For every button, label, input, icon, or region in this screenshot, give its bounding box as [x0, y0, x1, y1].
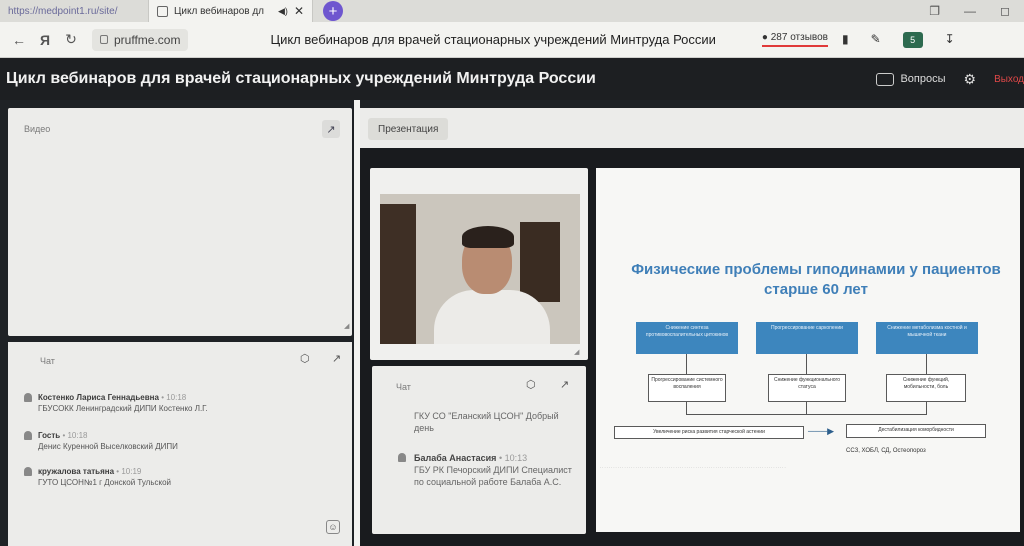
page-title: Цикл вебинаров для врачей стационарных у…	[270, 32, 716, 47]
cube-icon[interactable]: ⬡	[300, 352, 310, 365]
expand-icon[interactable]: ↗	[560, 378, 569, 391]
resize-handle-icon[interactable]: ◢	[344, 322, 349, 330]
message-author: Балаба Анастасия	[414, 453, 497, 463]
chat-label: Чат	[396, 382, 411, 392]
slide-box-functional: Снижение функционального статуса	[768, 374, 846, 402]
browser-tab-medpoint[interactable]: https://medpoint1.ru/site/	[0, 0, 148, 22]
message-text: ГУТО ЦСОН№1 г Донской Тульской	[38, 478, 172, 487]
chat-bubble-icon	[876, 72, 895, 86]
message-text: ГБУ РК Печорский ДИПИ Специалист по соци…	[414, 465, 572, 487]
reviews-badge[interactable]: ● 287 отзывов	[761, 32, 828, 47]
chat-message: кружалова татьяна • 10:19 ГУТО ЦСОН№1 г …	[24, 466, 338, 488]
message-time: 10:13	[504, 453, 528, 463]
user-icon	[24, 467, 32, 476]
slide-box-inflammation: Прогрессирование системного воспаления	[648, 374, 726, 402]
exit-button[interactable]: Выход	[994, 74, 1024, 85]
chat-message: Балаба Анастасия • 10:13 ГБУ РК Печорски…	[398, 452, 574, 488]
chat-message: Гость • 10:18 Денис Куренной Выселковски…	[24, 430, 338, 452]
questions-label: Вопросы	[900, 73, 946, 85]
presentation-tab[interactable]: Презентация	[368, 118, 449, 140]
resize-handle-icon[interactable]: ◢	[574, 348, 579, 356]
chat-panel-left: Чат ⬡ ↗ Костенко Лариса Геннадьевна • 10…	[8, 342, 352, 546]
emoji-icon[interactable]: ☺	[326, 520, 340, 534]
slide: Физические проблемы гиподинамии у пациен…	[596, 168, 1020, 532]
message-author: Костенко Лариса Геннадьевна	[38, 393, 159, 402]
tab-title: Цикл вебинаров дл	[174, 5, 265, 17]
address-bar: ← Я ↻ pruffme.com Цикл вебинаров для вра…	[0, 22, 1024, 58]
browser-tab-webinar[interactable]: Цикл вебинаров дл ◀) ✕	[148, 0, 313, 22]
slide-box-frailty: Увеличение риска развития старческой аст…	[614, 426, 804, 439]
video-panel: Видео ↗ ◢	[8, 108, 352, 336]
new-tab-button[interactable]: +	[323, 1, 343, 21]
user-icon	[24, 393, 32, 402]
slide-diseases: ССЗ, ХОБЛ, СД, Остеопороз	[846, 448, 926, 454]
gear-icon[interactable]: ⚙	[964, 71, 977, 88]
pen-icon[interactable]: ✎	[871, 32, 881, 48]
user-icon	[398, 453, 406, 462]
slide-box-comorbidity: Дестабилизация коморбидности	[846, 424, 986, 438]
chat-label: Чат	[40, 356, 55, 366]
message-time: 10:18	[67, 431, 88, 440]
questions-button[interactable]: Вопросы	[876, 72, 946, 86]
yandex-icon[interactable]: Я	[32, 32, 58, 48]
close-tab-icon[interactable]: ✕	[294, 4, 304, 18]
message-text: ГБУСОКК Ленинградский ДИПИ Костенко Л.Г.	[38, 404, 208, 413]
message-author: Гость	[38, 431, 61, 440]
bookmark-icon[interactable]: ▮	[842, 32, 849, 48]
minimize-icon[interactable]: —	[964, 4, 976, 18]
slide-box-cytokines: Снижение синтеза противовоспалительных ц…	[636, 322, 738, 354]
browser-tab-bar: https://medpoint1.ru/site/ Цикл вебинаро…	[0, 0, 1024, 22]
maximize-icon[interactable]: ◻	[1000, 4, 1010, 18]
expand-icon[interactable]: ↗	[332, 352, 341, 365]
download-icon[interactable]: ↧	[945, 32, 955, 48]
video-label: Видео	[24, 124, 51, 134]
back-icon[interactable]: ←	[6, 32, 32, 48]
favicon-icon	[157, 5, 168, 17]
extension-icon[interactable]: 5	[902, 31, 923, 48]
app-header: Цикл вебинаров для врачей стационарных у…	[0, 58, 1024, 100]
speaker-video	[380, 194, 580, 344]
presentation-header: Презентация	[360, 108, 1024, 148]
webcam-panel: ◢	[370, 168, 588, 360]
message-author: кружалова татьяна	[38, 467, 115, 476]
chat-message: Костенко Лариса Геннадьевна • 10:18 ГБУС…	[24, 392, 338, 414]
chat-message: ГКУ СО "Еланский ЦСОН" Добрый день	[414, 410, 574, 434]
slide-title: Физические проблемы гиподинамии у пациен…	[631, 261, 1001, 298]
cube-icon[interactable]: ⬡	[526, 378, 536, 391]
url-domain: pruffme.com	[114, 32, 181, 47]
slide-box-metabolism: Снижение метаболизма костной и мышечной …	[876, 322, 978, 354]
message-time: 10:19	[121, 467, 142, 476]
webinar-title: Цикл вебинаров для врачей стационарных у…	[6, 70, 596, 87]
url-field[interactable]: pruffme.com	[92, 28, 189, 51]
expand-icon[interactable]: ↗	[322, 120, 340, 138]
message-time: 10:18	[166, 393, 187, 402]
tabs-menu-icon[interactable]: ❐	[929, 4, 940, 18]
audio-icon[interactable]: ◀)	[278, 6, 288, 17]
message-text: Денис Куренной Выселковский ДИПИ	[38, 442, 178, 451]
tab-title: https://medpoint1.ru/site/	[8, 5, 118, 17]
message-text: ГКУ СО "Еланский ЦСОН" Добрый день	[414, 411, 559, 433]
lock-icon	[100, 35, 108, 44]
user-icon	[24, 431, 32, 440]
slide-references: . . . . . . . . . . . . . . . . . . . . …	[600, 464, 786, 469]
slide-arrow: ───▶	[808, 426, 835, 436]
reload-icon[interactable]: ↻	[58, 31, 84, 48]
slide-box-sarcopenia: Прогрессирование саркопении	[756, 322, 858, 354]
slide-box-mobility: Снижение функций, мобильности, боль	[886, 374, 966, 402]
chat-panel-middle: Чат ⬡ ↗ ГКУ СО "Еланский ЦСОН" Добрый де…	[372, 366, 586, 534]
